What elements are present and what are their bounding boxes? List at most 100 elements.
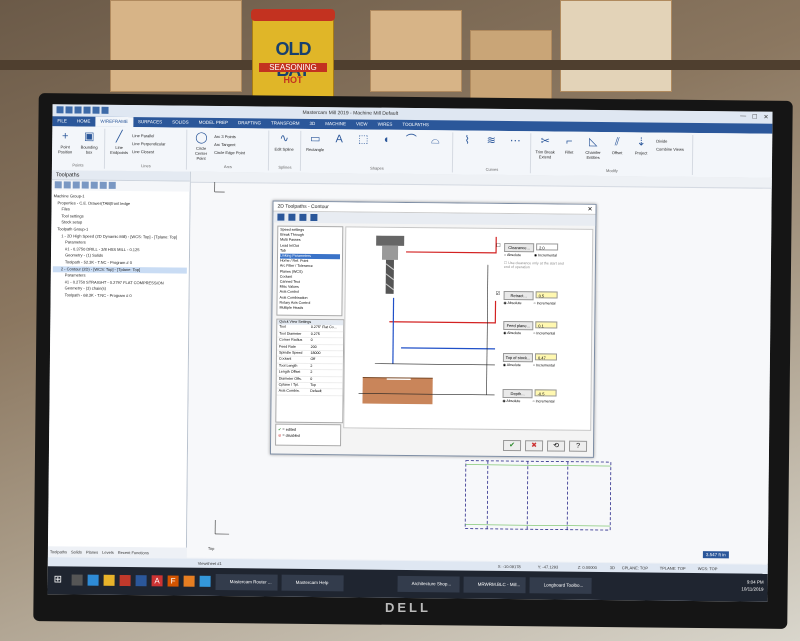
depth-input[interactable]: -0.5 (534, 389, 557, 397)
tab-wireframe[interactable]: WIREFRAME (95, 116, 133, 128)
close-icon[interactable]: ✕ (763, 114, 768, 121)
curve-all-edges-button[interactable]: ≋ (480, 135, 502, 149)
windows-start-icon[interactable]: ⊞ (54, 574, 65, 585)
chamfer-button[interactable]: ◺ Chamfer Entities (582, 136, 604, 160)
taskbar-item[interactable]: Architecture Shop... (397, 575, 460, 593)
trim-break-button[interactable]: ✂ Trim Break Extend (534, 135, 556, 159)
retract-button[interactable]: Retract... (503, 290, 534, 301)
autodesk-icon[interactable]: A (151, 575, 163, 587)
feed-plane-input[interactable]: 0.1 (535, 321, 558, 329)
maximize-icon[interactable]: ☐ (752, 114, 757, 121)
clearance-button[interactable]: Clearance... (504, 242, 535, 253)
arc-tangent-button[interactable]: Arc Tangent (214, 142, 235, 147)
task-view-icon[interactable] (71, 574, 83, 586)
retract-incremental[interactable]: ○ Incremental (534, 301, 556, 305)
app-icon[interactable] (183, 575, 195, 587)
circle-edge-button[interactable]: Circle Edge Point (214, 150, 245, 155)
help-button[interactable]: ? (568, 440, 588, 452)
system-clock[interactable]: 9:04 PM 10/11/2019 (741, 578, 763, 592)
tab-surfaces[interactable]: SURFACES (133, 117, 167, 127)
tab-3d[interactable]: 3D (304, 119, 320, 129)
feed-plane-absolute[interactable]: ◉ Absolute (503, 331, 521, 335)
page-item[interactable]: Multiple Heads (279, 306, 339, 312)
circle-center-button[interactable]: ◯ Circle Center Point (190, 132, 212, 161)
tab-home[interactable]: HOME (72, 116, 96, 126)
undo-icon[interactable] (92, 106, 100, 114)
top-of-stock-incremental[interactable]: ○ Incremental (533, 363, 555, 367)
explorer-icon[interactable] (103, 574, 115, 586)
project-button[interactable]: ⇣ Project (630, 136, 652, 155)
viewsheet-tab[interactable]: Viewsheet #1 (198, 561, 222, 566)
display-icon[interactable] (108, 181, 116, 189)
clearance-absolute[interactable]: ○ Absolute (504, 253, 521, 257)
fusion-icon[interactable]: F (167, 575, 179, 587)
save-icon[interactable] (74, 106, 82, 114)
turn-profile-button[interactable]: ⌒ (400, 134, 422, 148)
simulate-icon[interactable] (81, 181, 89, 189)
acrobat-icon[interactable] (119, 574, 131, 587)
tplane-readout[interactable]: TPLANE: TOP (660, 566, 686, 571)
post-icon[interactable] (90, 181, 98, 189)
tab-file[interactable]: FILE (52, 116, 72, 126)
tab-wires[interactable]: WIRES (373, 120, 398, 130)
taskbar-item[interactable]: MRWRM.BLC - Mill... (463, 576, 526, 594)
retract-absolute[interactable]: ◉ Absolute (504, 301, 522, 305)
edge-icon[interactable] (87, 574, 99, 586)
feed-plane-incremental[interactable]: ○ Incremental (533, 331, 555, 335)
text-button[interactable]: A (328, 133, 350, 147)
depth-incremental[interactable]: ○ Incremental (532, 399, 554, 403)
curve-one-edge-button[interactable]: ⌇ (456, 134, 478, 148)
tool-icon[interactable] (299, 213, 307, 221)
fillet-button[interactable]: ⌐ Fillet (558, 136, 580, 155)
tab-transform[interactable]: TRANSFORM (266, 118, 305, 128)
cplane-readout[interactable]: CPLANE: TOP (622, 565, 648, 570)
tree-item[interactable]: Toolpath - 68.3K - T.NC - Program # 0 (53, 292, 187, 300)
open-icon[interactable] (288, 213, 296, 221)
print-icon[interactable] (83, 106, 91, 114)
tab-model-prep[interactable]: MODEL PREP (194, 118, 233, 128)
verify-icon[interactable] (72, 181, 80, 189)
taskbar-item[interactable]: Longboard Toolbo... (529, 577, 592, 594)
tab-drafting[interactable]: DRAFTING (233, 118, 266, 128)
depth-button[interactable]: Depth... (502, 388, 533, 399)
top-of-stock-input[interactable]: 0.47 (534, 353, 558, 361)
edit-spline-button[interactable]: ∿ Edit Spline (273, 133, 295, 152)
apply-button[interactable]: ⟲ (546, 440, 566, 452)
taskbar-item[interactable]: Mastercam Router ... (215, 573, 278, 591)
line-perpendicular-button[interactable]: Line Perpendicular (132, 141, 165, 146)
depth-absolute[interactable]: ◉ Absolute (502, 399, 520, 403)
top-of-stock-button[interactable]: Top of stock... (502, 352, 534, 363)
rectangle-button[interactable]: ▭ Rectangle (304, 133, 326, 152)
retract-input[interactable]: 0.5 (535, 291, 558, 299)
select-all-icon[interactable] (54, 181, 62, 189)
save-icon[interactable] (277, 213, 285, 221)
divide-button[interactable]: Divide (656, 139, 667, 144)
tab-machine[interactable]: MACHINE (320, 119, 351, 129)
app-icon[interactable] (199, 575, 211, 587)
line-parallel-button[interactable]: Line Parallel (132, 133, 154, 138)
relief-button[interactable]: ⌓ (424, 134, 446, 148)
bounding-shape-button[interactable]: ⬚ (352, 133, 374, 147)
mode-toggle[interactable]: 3D (610, 565, 615, 570)
offset-button[interactable]: ⫽ Offset (606, 136, 628, 155)
curve-slice-button[interactable]: ⋯ (504, 135, 526, 149)
close-icon[interactable]: ✕ (587, 206, 592, 213)
tab-view[interactable]: VIEW (351, 119, 373, 129)
arc-3point-button[interactable]: Arc 3 Points (214, 134, 236, 139)
bounding-box-button[interactable]: ▣ Bounding box (78, 131, 100, 155)
open-icon[interactable] (65, 106, 73, 114)
new-icon[interactable] (56, 106, 64, 114)
retract-checkbox[interactable]: ☑ (496, 291, 501, 297)
tab-toolpaths[interactable]: TOOLPATHS (397, 120, 434, 130)
regen-icon[interactable] (63, 181, 71, 189)
clearance-input[interactable]: 2.0 (536, 243, 559, 251)
ok-button[interactable]: ✔ (502, 439, 522, 452)
silhouette-button[interactable]: ◐ (376, 134, 398, 148)
feed-plane-button[interactable]: Feed plane... (503, 320, 534, 331)
cancel-button[interactable]: ✖ (524, 440, 544, 452)
combine-views-button[interactable]: Combine Views (656, 147, 684, 152)
tab-solids[interactable]: SOLIDS (167, 117, 194, 127)
clearance-checkbox[interactable]: ☐ (496, 243, 501, 249)
lock-icon[interactable] (99, 181, 107, 189)
settings-icon[interactable] (310, 213, 318, 222)
